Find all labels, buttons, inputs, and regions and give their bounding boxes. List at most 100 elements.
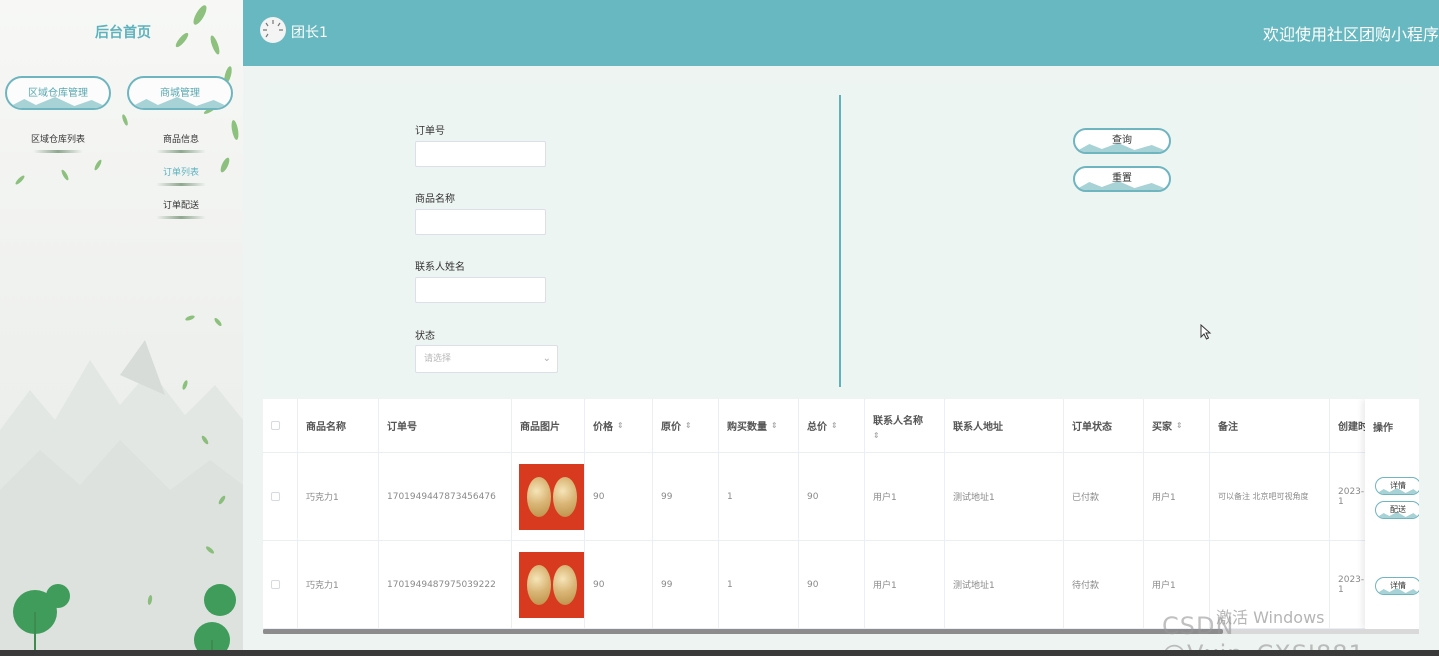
- cell-contact: 用户1: [865, 541, 945, 628]
- chevron-down-icon: ⌄: [542, 353, 551, 364]
- detail-button[interactable]: 详情: [1375, 477, 1419, 495]
- detail-button-label: 详情: [1390, 481, 1406, 490]
- query-button[interactable]: 查询: [1073, 128, 1171, 154]
- row-checkbox[interactable]: [271, 580, 280, 589]
- avatar-clock-icon: [261, 18, 285, 42]
- row-checkbox[interactable]: [271, 492, 280, 501]
- sort-icon: ⇕: [831, 421, 838, 430]
- detail-button[interactable]: 详情: [1375, 577, 1419, 595]
- select-all-cell: [263, 399, 298, 452]
- cell-order-no: 1701949487975039222: [379, 541, 512, 628]
- cell-buyer: 用户1: [1144, 453, 1210, 540]
- sort-icon: ⇕: [1176, 421, 1183, 430]
- username[interactable]: 团长1: [291, 22, 328, 42]
- col-header-remark: 备注: [1210, 399, 1330, 452]
- operations-column: 操作 详情 配送 详情: [1365, 399, 1419, 629]
- cell-order-no: 1701949447873456476: [379, 453, 512, 540]
- row-select-cell: [263, 541, 298, 628]
- cursor-icon: [1200, 324, 1212, 340]
- delivery-button-label: 配送: [1390, 505, 1406, 514]
- detail-button-label: 详情: [1390, 581, 1406, 590]
- table-row[interactable]: 巧克力1 1701949447873456476 90 99 1 90 用户1 …: [263, 453, 1419, 541]
- main-content: 订单号 商品名称 联系人姓名 状态 请选择 ⌄ 查询 重置 商品名称 订单号 商…: [243, 66, 1439, 656]
- col-header-orig-price[interactable]: 原价 ⇕: [653, 399, 719, 452]
- contact-name-label: 联系人姓名: [415, 262, 465, 273]
- col-header-product-name: 商品名称: [298, 399, 379, 452]
- product-name-input[interactable]: [415, 209, 546, 235]
- panel-divider: [839, 95, 841, 387]
- col-header-total[interactable]: 总价 ⇕: [799, 399, 865, 452]
- order-no-input[interactable]: [415, 141, 546, 167]
- cell-created: 2023-1: [1330, 453, 1370, 540]
- status-select[interactable]: 请选择 ⌄: [415, 345, 558, 373]
- cell-product-image: [512, 453, 585, 540]
- cell-total: 90: [799, 541, 865, 628]
- cell-product-name: 巧克力1: [298, 541, 379, 628]
- top-header: 团长1 欢迎使用社区团购小程序: [243, 0, 1439, 66]
- table-header-row: 商品名称 订单号 商品图片 价格 ⇕ 原价 ⇕ 购买数量 ⇕ 总价 ⇕ 联系人名称 ⇕ 联…: [263, 399, 1419, 453]
- query-button-label: 查询: [1112, 135, 1132, 146]
- product-thumbnail[interactable]: [519, 551, 584, 618]
- cell-address: 测试地址1: [945, 453, 1064, 540]
- row-select-cell: [263, 453, 298, 540]
- status-placeholder: 请选择: [424, 354, 452, 364]
- cell-orig-price: 99: [653, 541, 719, 628]
- reset-button[interactable]: 重置: [1073, 166, 1171, 192]
- sidebar-item-warehouse-list[interactable]: 区域仓库列表: [18, 132, 98, 153]
- menu-label: 区域仓库管理: [28, 88, 88, 99]
- ink-stroke: [156, 216, 206, 219]
- sidebar-item-product-info[interactable]: 商品信息: [141, 132, 221, 153]
- menu-label: 商城管理: [160, 88, 200, 99]
- cell-product-name: 巧克力1: [298, 453, 379, 540]
- sidebar-item-label: 订单配送: [162, 201, 199, 211]
- sidebar-item-label: 区域仓库列表: [30, 135, 85, 145]
- delivery-button[interactable]: 配送: [1375, 501, 1419, 519]
- sidebar-item-label: 商品信息: [162, 135, 199, 145]
- sidebar-item-order-list[interactable]: 订单列表: [141, 165, 221, 186]
- cell-price: 90: [585, 453, 653, 540]
- col-header-qty[interactable]: 购买数量 ⇕: [719, 399, 799, 452]
- cell-status: 待付款: [1064, 541, 1144, 628]
- col-header-order-no: 订单号: [379, 399, 512, 452]
- welcome-text: 欢迎使用社区团购小程序: [1262, 25, 1439, 44]
- avatar[interactable]: [260, 17, 286, 43]
- cell-product-image: [512, 541, 585, 628]
- col-header-status: 订单状态: [1064, 399, 1144, 452]
- reset-button-label: 重置: [1112, 173, 1132, 184]
- sort-icon: ⇕: [685, 421, 692, 430]
- orders-table: 商品名称 订单号 商品图片 价格 ⇕ 原价 ⇕ 购买数量 ⇕ 总价 ⇕ 联系人名称 ⇕ 联…: [263, 399, 1419, 629]
- select-all-checkbox[interactable]: [271, 421, 280, 430]
- sort-icon: ⇕: [617, 421, 624, 430]
- scrollbar-thumb[interactable]: [263, 629, 1223, 634]
- col-header-product-image: 商品图片: [512, 399, 585, 452]
- product-thumbnail[interactable]: [519, 463, 584, 530]
- sort-icon: ⇕: [771, 421, 778, 430]
- col-header-created: 创建时: [1330, 399, 1370, 452]
- cell-orig-price: 99: [653, 453, 719, 540]
- cell-address: 测试地址1: [945, 541, 1064, 628]
- sidebar-item-order-delivery[interactable]: 订单配送: [141, 198, 221, 219]
- menu-mall-management[interactable]: 商城管理: [127, 76, 233, 110]
- sort-icon: ⇕: [873, 430, 880, 440]
- col-header-contact[interactable]: 联系人名称 ⇕: [865, 399, 945, 452]
- ink-stroke: [156, 150, 206, 153]
- status-label: 状态: [415, 331, 435, 342]
- bottom-strip: [0, 650, 1439, 656]
- col-header-buyer[interactable]: 买家 ⇕: [1144, 399, 1210, 452]
- ink-stroke: [33, 150, 83, 153]
- sidebar-home-link[interactable]: 后台首页: [78, 22, 168, 42]
- menu-warehouse-management[interactable]: 区域仓库管理: [5, 76, 111, 110]
- search-panel: 订单号 商品名称 联系人姓名 状态 请选择 ⌄ 查询 重置: [263, 84, 1419, 397]
- contact-name-input[interactable]: [415, 277, 546, 303]
- cell-total: 90: [799, 453, 865, 540]
- col-header-address: 联系人地址: [945, 399, 1064, 452]
- cell-contact: 用户1: [865, 453, 945, 540]
- cell-remark: 可以备注 北京吧可视角度: [1210, 453, 1330, 540]
- sidebar-item-label: 订单列表: [162, 168, 199, 178]
- cell-qty: 1: [719, 453, 799, 540]
- col-header-actions: 操作: [1373, 423, 1393, 434]
- col-header-price[interactable]: 价格 ⇕: [585, 399, 653, 452]
- cell-price: 90: [585, 541, 653, 628]
- ink-stroke: [156, 183, 206, 186]
- sidebar: 后台首页 区域仓库管理 商城管理 区域仓库列表 商品信息 订单列表 订单配送: [0, 0, 243, 656]
